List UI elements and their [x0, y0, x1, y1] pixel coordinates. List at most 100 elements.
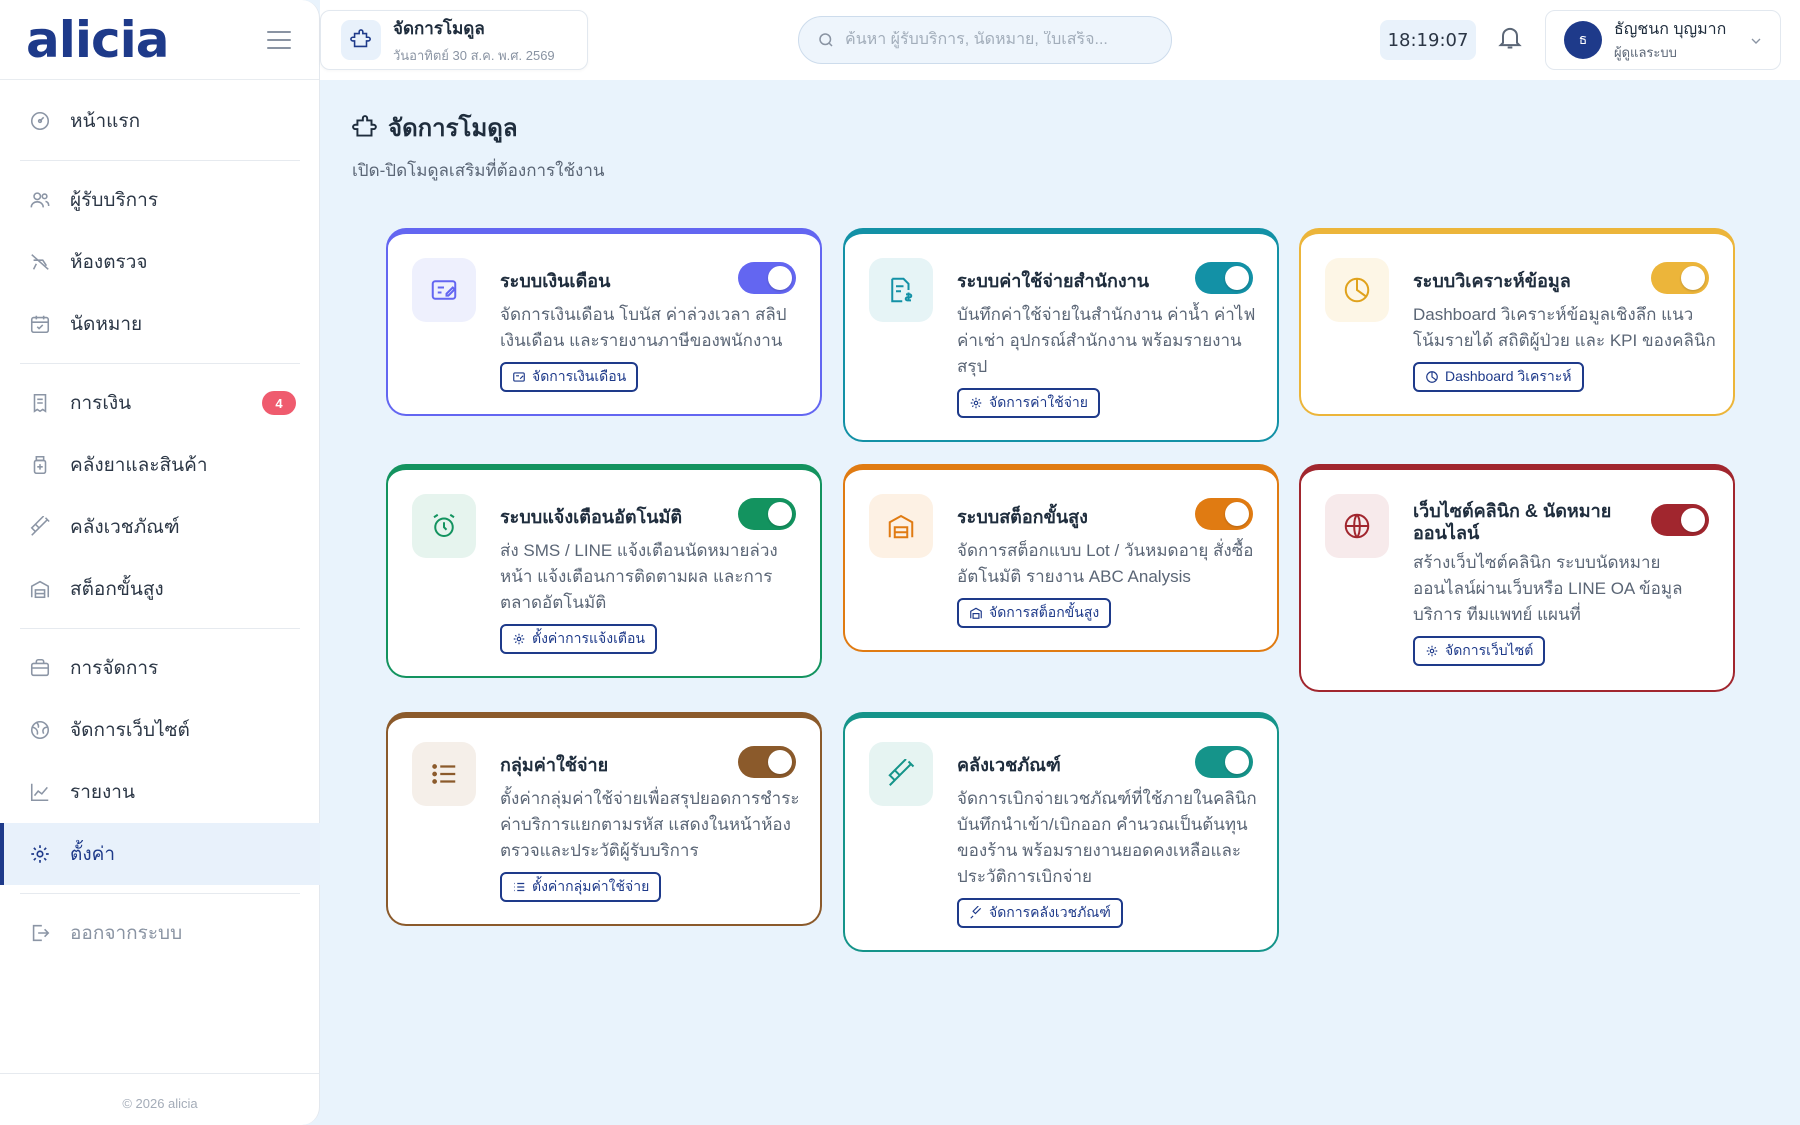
module-toggle[interactable]	[738, 498, 796, 530]
manage-stock-button[interactable]: จัดการสต็อกขั้นสูง	[957, 598, 1112, 628]
module-toggle[interactable]	[738, 262, 796, 294]
gear-icon	[512, 632, 526, 646]
sidebar-item-label: สต็อกขั้นสูง	[70, 579, 164, 600]
syringe-icon	[869, 742, 933, 806]
sidebar-item-label: การเงิน	[70, 393, 132, 414]
warehouse-icon	[969, 606, 983, 620]
module-toggle[interactable]	[1651, 262, 1709, 294]
button-label: ตั้งค่ากลุ่มค่าใช้จ่าย	[532, 878, 650, 894]
sidebar-item-supplies[interactable]: คลังเวชภัณฑ์	[0, 496, 320, 558]
page-subtitle: เปิด-ปิดโมดูลเสริมที่ต้องการใช้งาน	[352, 161, 605, 180]
sidebar-item-label: รายงาน	[70, 782, 135, 803]
module-toggle[interactable]	[1195, 746, 1253, 778]
module-toggle[interactable]	[1195, 262, 1253, 294]
manage-expense-button[interactable]: จัดการค่าใช้จ่าย	[957, 388, 1100, 418]
briefcase-icon	[28, 656, 52, 680]
button-label: จัดการสต็อกขั้นสูง	[989, 604, 1100, 620]
module-toggle[interactable]	[1195, 498, 1253, 530]
button-label: จัดการค่าใช้จ่าย	[989, 394, 1088, 410]
sidebar-item-label: นัดหมาย	[70, 314, 143, 335]
module-toggle[interactable]	[738, 746, 796, 778]
clock: 18:19:07	[1380, 20, 1476, 60]
global-search[interactable]	[798, 16, 1172, 64]
module-toggle[interactable]	[1651, 504, 1709, 536]
search-icon	[817, 31, 835, 49]
calendar-icon	[28, 312, 52, 336]
gear-icon	[969, 396, 983, 410]
exam-room-icon	[28, 250, 52, 274]
module-card-notifications: ระบบแจ้งเตือนอัตโนมัติ ส่ง SMS / LINE แจ…	[386, 464, 822, 678]
divider	[0, 1073, 319, 1074]
sidebar-item-appointments[interactable]: นัดหมาย	[0, 293, 320, 355]
button-label: Dashboard วิเคราะห์	[1445, 368, 1572, 384]
pie-chart-icon	[1425, 370, 1439, 384]
syringe-icon	[28, 515, 52, 539]
sidebar-item-advanced-stock[interactable]: สต็อกขั้นสูง	[0, 558, 320, 620]
divider	[20, 893, 300, 894]
copyright: © 2026 alicia	[122, 1096, 198, 1111]
expense-group-settings-button[interactable]: ตั้งค่ากลุ่มค่าใช้จ่าย	[500, 872, 662, 902]
user-menu[interactable]: ธ ธัญชนก บุญมาก ผู้ดูแลระบบ	[1545, 10, 1781, 70]
medicine-icon	[28, 453, 52, 477]
page-title: จัดการโมดูล	[352, 108, 605, 147]
chart-icon	[28, 780, 52, 804]
sidebar-item-label: หน้าแรก	[70, 111, 141, 132]
module-title: กลุ่มค่าใช้จ่าย	[500, 755, 609, 775]
bell-icon[interactable]	[1496, 22, 1524, 52]
module-title: ระบบเงินเดือน	[500, 271, 611, 291]
module-title: ระบบแจ้งเตือนอัตโนมัติ	[500, 507, 683, 527]
sidebar-item-management[interactable]: การจัดการ	[0, 637, 320, 699]
warehouse-icon	[869, 494, 933, 558]
sidebar-nav: หน้าแรก ผู้รับบริการ ห้องตรวจ นัดหมาย กา…	[0, 90, 320, 964]
top-header: จัดการโมดูล วันอาทิตย์ 30 ส.ค. พ.ศ. 2569…	[320, 0, 1800, 80]
module-title: ระบบวิเคราะห์ข้อมูล	[1413, 271, 1571, 291]
module-card-expense-groups: กลุ่มค่าใช้จ่าย ตั้งค่ากลุ่มค่าใช้จ่ายเพ…	[386, 712, 822, 926]
expense-report-icon	[869, 258, 933, 322]
manage-payroll-button[interactable]: จัดการเงินเดือน	[500, 362, 639, 392]
module-card-clinic-website: เว็บไซต์คลินิก & นัดหมายออนไลน์ สร้างเว็…	[1299, 464, 1735, 692]
sidebar-item-finance[interactable]: การเงิน 4	[0, 372, 320, 434]
sidebar-item-pharmacy[interactable]: คลังยาและสินค้า	[0, 434, 320, 496]
sidebar-item-home[interactable]: หน้าแรก	[0, 90, 320, 152]
notification-settings-button[interactable]: ตั้งค่าการแจ้งเตือน	[500, 624, 657, 654]
button-label: ตั้งค่าการแจ้งเตือน	[532, 630, 645, 646]
module-title: ระบบค่าใช้จ่ายสำนักงาน	[957, 271, 1150, 291]
logout-icon	[28, 921, 52, 945]
module-title: ระบบสต็อกขั้นสูง	[957, 507, 1088, 527]
alarm-icon	[412, 494, 476, 558]
analytics-dashboard-button[interactable]: Dashboard วิเคราะห์	[1413, 362, 1584, 392]
module-description: บันทึกค่าใช้จ่ายในสำนักงาน ค่าน้ำ ค่าไฟ …	[957, 305, 1256, 376]
sidebar: alicia หน้าแรก ผู้รับบริการ ห้องตรวจ นัด…	[0, 0, 320, 1125]
puzzle-icon	[352, 114, 378, 141]
users-icon	[28, 188, 52, 212]
module-card-office-expense: ระบบค่าใช้จ่ายสำนักงาน บันทึกค่าใช้จ่ายใ…	[843, 228, 1279, 442]
sidebar-item-clients[interactable]: ผู้รับบริการ	[0, 169, 320, 231]
globe-icon	[1325, 494, 1389, 558]
sidebar-item-logout[interactable]: ออกจากระบบ	[0, 902, 320, 964]
divider	[20, 363, 300, 364]
module-card-medical-supplies: คลังเวชภัณฑ์ จัดการเบิกจ่ายเวชภัณฑ์ที่ใช…	[843, 712, 1279, 952]
user-role: ผู้ดูแลระบบ	[1614, 45, 1677, 60]
menu-toggle-icon[interactable]	[267, 30, 291, 49]
search-input[interactable]	[845, 31, 1145, 49]
button-label: จัดการคลังเวชภัณฑ์	[989, 904, 1111, 920]
sidebar-item-reports[interactable]: รายงาน	[0, 761, 320, 823]
sidebar-item-settings[interactable]: ตั้งค่า	[0, 823, 320, 885]
sidebar-item-website[interactable]: จัดการเว็บไซต์	[0, 699, 320, 761]
manage-supplies-button[interactable]: จัดการคลังเวชภัณฑ์	[957, 898, 1123, 928]
sidebar-item-label: คลังยาและสินค้า	[70, 455, 208, 476]
manage-website-button[interactable]: จัดการเว็บไซต์	[1413, 636, 1546, 666]
user-name: ธัญชนก บุญมาก	[1614, 21, 1727, 38]
logo-row: alicia	[0, 0, 319, 80]
dashboard-icon	[28, 109, 52, 133]
receipt-icon	[28, 391, 52, 415]
sidebar-item-label: ออกจากระบบ	[70, 923, 183, 944]
sidebar-item-exam-room[interactable]: ห้องตรวจ	[0, 231, 320, 293]
module-title: คลังเวชภัณฑ์	[957, 755, 1061, 775]
payroll-icon	[412, 258, 476, 322]
chevron-down-icon	[1748, 33, 1764, 54]
gear-icon	[28, 842, 52, 866]
gear-icon	[1425, 644, 1439, 658]
avatar: ธ	[1564, 21, 1602, 59]
app-logo[interactable]: alicia	[26, 11, 170, 69]
